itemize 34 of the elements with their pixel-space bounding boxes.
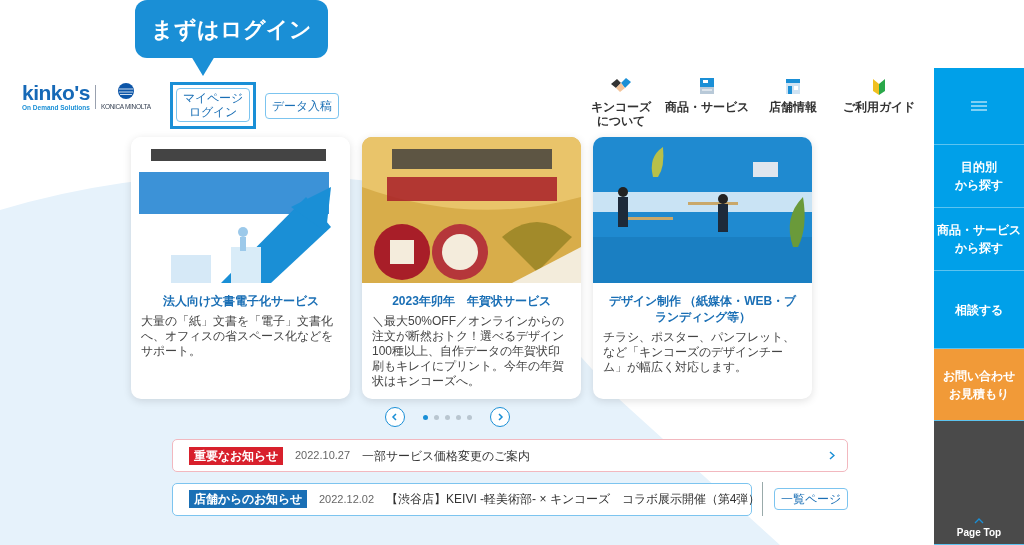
card-description: チラシ、ポスター、パンフレット、など「キンコーズのデザインチーム」が幅広く対応します。 [603,330,796,375]
notice-link[interactable]: 重要なお知らせ 2022.10.27 一部サービス価格変更のご案内 [172,439,848,472]
up-chevron-icon [974,518,984,524]
service-card[interactable]: 法人向け文書電子化サービス 大量の「紙」文書を「電子」文書化へ、オフィスの省スペース化などをサポート。 [131,137,350,399]
page-top-button[interactable]: Page Top [934,421,1024,545]
nav-link[interactable]: 商品・サービス [665,100,749,114]
right-chevron-icon [495,413,504,421]
header-button[interactable]: データ入稿 [265,92,339,119]
nav-link[interactable]: 店舗情報 [769,100,817,114]
globe-icon [116,82,135,100]
brand-logo: kinko's [22,82,90,104]
card-description: ＼最大50%OFF／オンラインからの注文が断然おトク！選べるデザイン100種以上、自作データの年賀状印刷もキレイにプリント。今年の年賀状はキンコーズへ。 [372,314,565,389]
callout-bubble: まずはログイン [135,0,328,58]
notice-tag: 店舗からのお知らせ [189,490,307,508]
menu-icon [971,101,987,111]
service-card[interactable]: 2023年卯年 年賀状サービス ＼最大50%OFF／オンラインからの注文が断然おトク！選べるデザイン100種以上、自作データの年賀状印刷もキレイにプリント。今年の年賀状はキンコーズへ。 [362,137,581,399]
nav-link[interactable]: ご利用ガイド [843,100,915,114]
service-card[interactable]: デザイン制作 （紙媒体・WEB・ブランディング等） チラシ、ポスター、パンフレット、など「キンコーズのデザインチーム」が幅広く対応します。 [593,137,812,399]
card-title: 法人向け文書電子化サービス [161,293,320,309]
card-title: 2023年卯年 年賀状サービス [391,293,552,309]
chevron-icon [829,451,835,460]
list-page-button[interactable]: 一覧ページ [774,488,848,510]
menu-button[interactable] [934,68,1024,145]
notice-date: 2022.10.27 [295,448,351,464]
notice-link[interactable]: 店舗からのお知らせ 2022.12.02 【渋谷店】KEIVI -軽美術部- × キンコーズ コラボ展示開催（第4弾） [172,482,752,516]
card-description: 大量の「紙」文書を「電子」文書化へ、オフィスの省スペース化などをサポート。 [141,314,334,359]
notice-title: 一部サービス価格変更のご案内 [362,447,531,465]
header-button[interactable]: マイページ ログイン [176,88,250,122]
notice-date: 2022.12.02 [319,491,375,507]
notice-tag: 重要なお知らせ [189,446,283,465]
left-chevron-icon [390,413,399,421]
page-top-label: Page Top [956,526,1002,540]
nav-link[interactable]: キンコーズ について [591,100,651,128]
card-title: デザイン制作 （紙媒体・WEB・ブランディング等） [607,293,798,325]
